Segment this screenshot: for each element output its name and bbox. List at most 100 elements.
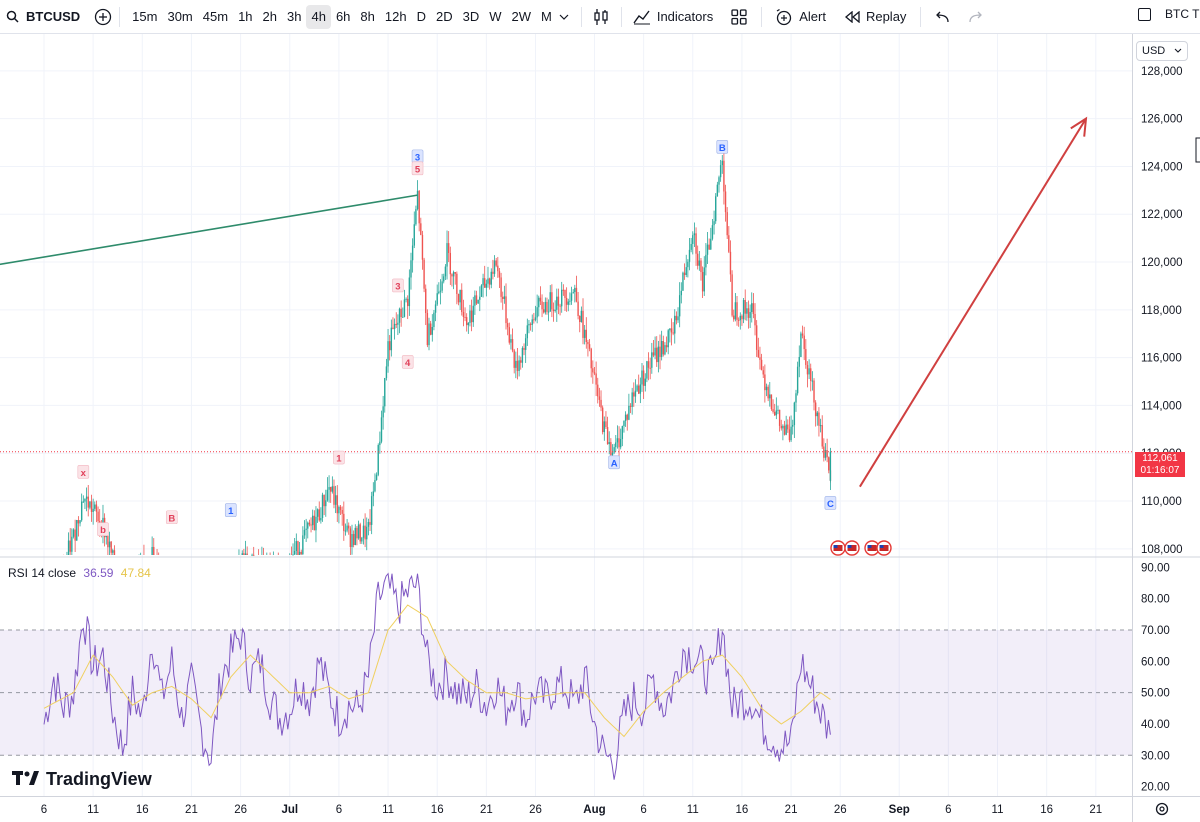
candle-body (524, 338, 527, 350)
candle-body (618, 438, 620, 448)
candle-body (413, 224, 415, 246)
timeframe-3h-button[interactable]: 3h (282, 5, 306, 29)
price-chart[interactable]: xbB113435ABC 128,000126,000124,000122,00… (0, 0, 1200, 822)
timeframe-2w-button[interactable]: 2W (507, 5, 537, 29)
timeframe-6h-button[interactable]: 6h (331, 5, 355, 29)
settings-gear-icon[interactable] (1155, 802, 1169, 816)
tradingview-logo[interactable]: TradingView (12, 769, 152, 790)
timeframe-d-button[interactable]: D (412, 5, 431, 29)
candle-body (683, 272, 686, 275)
checkbox-icon[interactable] (1138, 7, 1151, 21)
candle-body (765, 386, 768, 391)
candle-body (733, 315, 735, 320)
candle-body (805, 349, 807, 365)
timeframe-2d-button[interactable]: 2D (431, 5, 458, 29)
chart-type-button[interactable] (593, 0, 609, 34)
candle-body (816, 412, 818, 417)
candle-body (95, 504, 98, 512)
timeframe-30m-button[interactable]: 30m (162, 5, 197, 29)
buy-button[interactable]: 112,061 BUY (89, 64, 151, 92)
candle-body (531, 319, 533, 325)
timeframe-dropdown[interactable] (559, 0, 569, 34)
candle-body (639, 384, 642, 394)
candle-body (107, 535, 109, 548)
candle-body (587, 342, 589, 345)
timeframe-4h-button[interactable]: 4h (306, 4, 331, 29)
candle-body (533, 319, 535, 321)
compare-button[interactable] (94, 0, 112, 34)
rsi-name[interactable]: RSI 14 close (8, 566, 76, 580)
undo-button[interactable] (934, 0, 950, 34)
candle-body (780, 425, 782, 429)
cursor-tool-panel[interactable]: ⠿ (8, 98, 62, 128)
replay-button[interactable]: Replay (844, 0, 906, 34)
timeframe-12h-button[interactable]: 12h (380, 5, 412, 29)
order-quantity[interactable]: 1 (76, 73, 82, 84)
candle-body (341, 510, 343, 514)
watchlist-header[interactable]: BTC T (1138, 7, 1199, 21)
candle-body (634, 390, 637, 397)
wave-label-box (608, 455, 620, 470)
sell-button[interactable]: 112,060 SELL (8, 64, 70, 92)
timeframe-1h-button[interactable]: 1h (233, 5, 257, 29)
wave-label-b: B (719, 143, 726, 154)
time-tick-label: Aug (583, 804, 605, 816)
us-flag-event-icon (864, 540, 880, 556)
candle-body (716, 184, 719, 197)
candle-body (479, 296, 481, 300)
candle-body (552, 309, 555, 312)
timeframe-m-button[interactable]: M (536, 5, 557, 29)
alert-button[interactable]: Alert (775, 0, 826, 34)
price-tick-label: 114,000 (1141, 400, 1182, 412)
candle-body (734, 302, 737, 320)
candle-body (583, 329, 586, 338)
wave-label-1: 1 (228, 506, 234, 517)
candle-body (559, 305, 561, 307)
candle-body (74, 529, 76, 541)
price-tick-label: 128,000 (1141, 66, 1183, 78)
timeframe-w-button[interactable]: W (484, 5, 506, 29)
candle-body (737, 319, 740, 321)
wave-label-box (224, 503, 237, 517)
rsi-tick-label: 40.00 (1141, 719, 1170, 731)
candle-body (754, 313, 756, 326)
wave-label-3: 3 (415, 152, 420, 163)
symbol-search[interactable]: BTCUSD (0, 0, 80, 34)
timeframe-15m-button[interactable]: 15m (127, 5, 162, 29)
candle-body (621, 426, 624, 440)
candle-body (538, 297, 540, 308)
candle-body (511, 339, 514, 351)
rsi-band-background (0, 630, 1132, 756)
candle-body (790, 426, 792, 441)
candle-body (626, 414, 628, 420)
candle-body (606, 427, 609, 445)
legend-title[interactable]: Bitcoin / U.S. Dollar · 4h · BITSTAMP (28, 42, 242, 57)
rsi-line (43, 572, 831, 780)
candle-body (451, 274, 453, 277)
candle-body (328, 487, 330, 490)
indicators-button[interactable]: Indicators (633, 0, 713, 34)
drag-handle-icon[interactable]: ⠿ (16, 107, 24, 120)
candle-body (796, 366, 799, 394)
cursor-arrow-icon[interactable] (41, 105, 54, 121)
flag-canton (833, 545, 838, 548)
currency-selector[interactable]: USD (1136, 41, 1188, 61)
timeframe-45m-button[interactable]: 45m (198, 5, 233, 29)
candle-body (528, 323, 530, 326)
timeframe-3d-button[interactable]: 3D (458, 5, 485, 29)
candle-body (505, 296, 507, 324)
redo-button[interactable] (968, 0, 984, 34)
candle-body (567, 301, 569, 305)
timeframe-2h-button[interactable]: 2h (258, 5, 282, 29)
candle-body (429, 323, 432, 335)
toolbar-divider (920, 6, 922, 27)
candle-body (241, 553, 243, 555)
layouts-button[interactable] (731, 0, 747, 34)
candle-body (520, 360, 522, 363)
timeframe-8h-button[interactable]: 8h (355, 5, 379, 29)
time-tick-label: 16 (431, 804, 444, 816)
candle-body (762, 370, 764, 375)
candle-body (518, 360, 520, 371)
candle-body (677, 316, 679, 321)
chart-background (0, 34, 1132, 796)
